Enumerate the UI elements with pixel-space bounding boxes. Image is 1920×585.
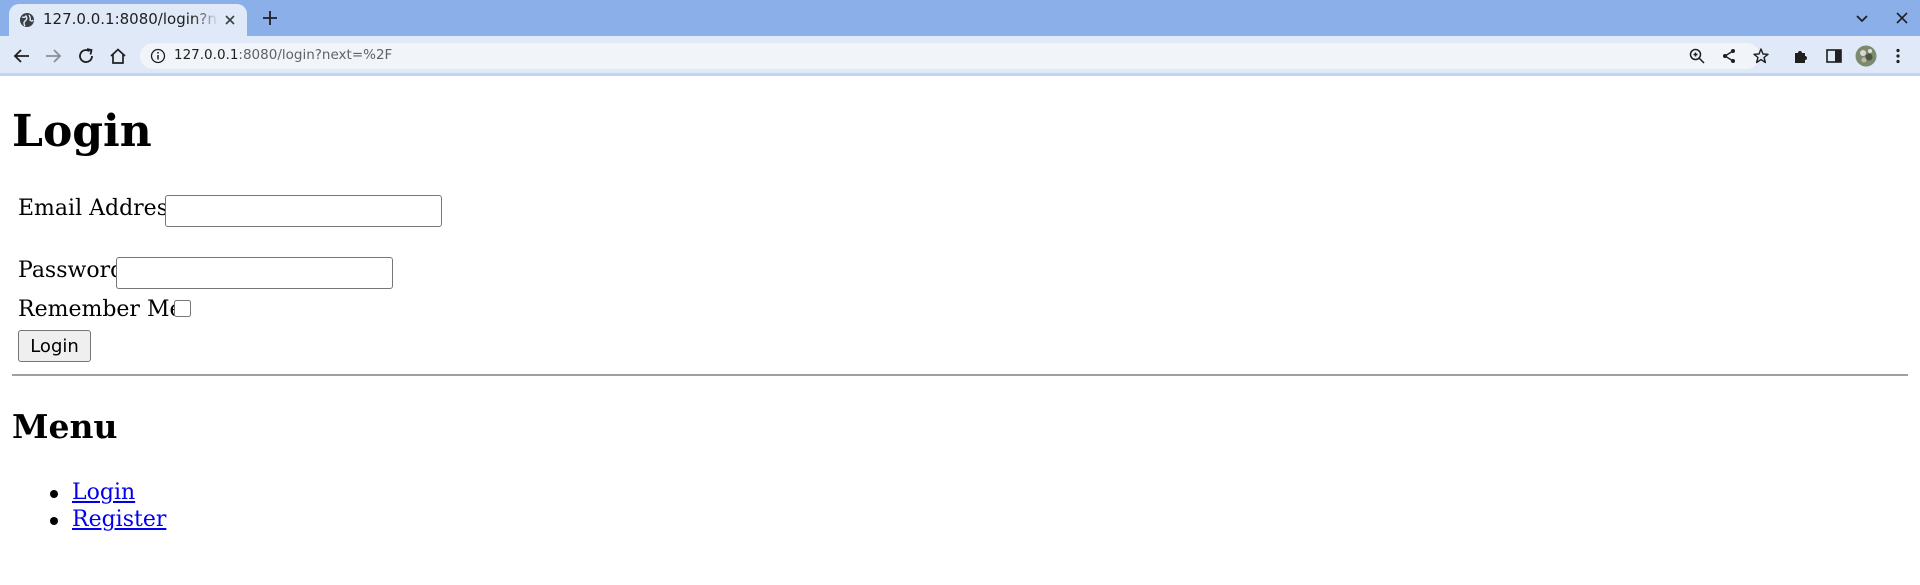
password-label: Password	[18, 258, 125, 283]
globe-icon	[20, 13, 34, 27]
extensions-icon[interactable]	[1790, 45, 1812, 67]
email-label: Email Address	[18, 196, 180, 221]
plus-icon[interactable]	[260, 8, 280, 28]
register-link[interactable]: Register	[72, 507, 166, 532]
menu-item-login: Login	[49, 480, 135, 505]
url-host: 127.0.0.1	[174, 47, 239, 63]
login-link[interactable]: Login	[72, 480, 135, 505]
star-icon[interactable]	[1752, 47, 1770, 65]
close-icon[interactable]	[221, 11, 239, 29]
chevron-down-icon[interactable]	[1852, 8, 1872, 28]
url-path: :8080/login?next=%2F	[238, 47, 393, 63]
remember-me-checkbox[interactable]	[174, 300, 191, 317]
divider	[12, 374, 1908, 376]
login-button[interactable]: Login	[18, 330, 91, 362]
page-title: Login	[12, 106, 152, 157]
page-content: Login Email Address Password Remember Me…	[0, 76, 1920, 585]
kebab-menu-icon[interactable]	[1887, 45, 1909, 67]
reload-icon[interactable]	[75, 45, 97, 67]
zoom-icon[interactable]	[1688, 47, 1706, 65]
browser-tab[interactable]: 127.0.0.1:8080/login?next=%2F	[9, 4, 247, 36]
tab-title: 127.0.0.1:8080/login?next=%2F	[43, 10, 219, 28]
menu-heading: Menu	[12, 407, 118, 446]
email-field[interactable]	[165, 195, 442, 227]
avatar[interactable]	[1855, 45, 1877, 67]
menu-item-register: Register	[49, 507, 166, 532]
address-bar[interactable]: 127.0.0.1:8080/login?next=%2F	[140, 43, 1769, 69]
side-panel-icon[interactable]	[1823, 45, 1845, 67]
password-field[interactable]	[116, 257, 393, 289]
tab-strip: 127.0.0.1:8080/login?next=%2F	[0, 0, 1920, 36]
close-icon[interactable]	[1892, 8, 1912, 28]
back-icon[interactable]	[11, 45, 33, 67]
share-icon[interactable]	[1720, 47, 1738, 65]
info-icon[interactable]	[150, 48, 166, 64]
url-text[interactable]: 127.0.0.1:8080/login?next=%2F	[174, 47, 392, 63]
remember-me-label: Remember Me	[18, 297, 183, 322]
home-icon[interactable]	[107, 45, 129, 67]
forward-icon[interactable]	[42, 45, 64, 67]
